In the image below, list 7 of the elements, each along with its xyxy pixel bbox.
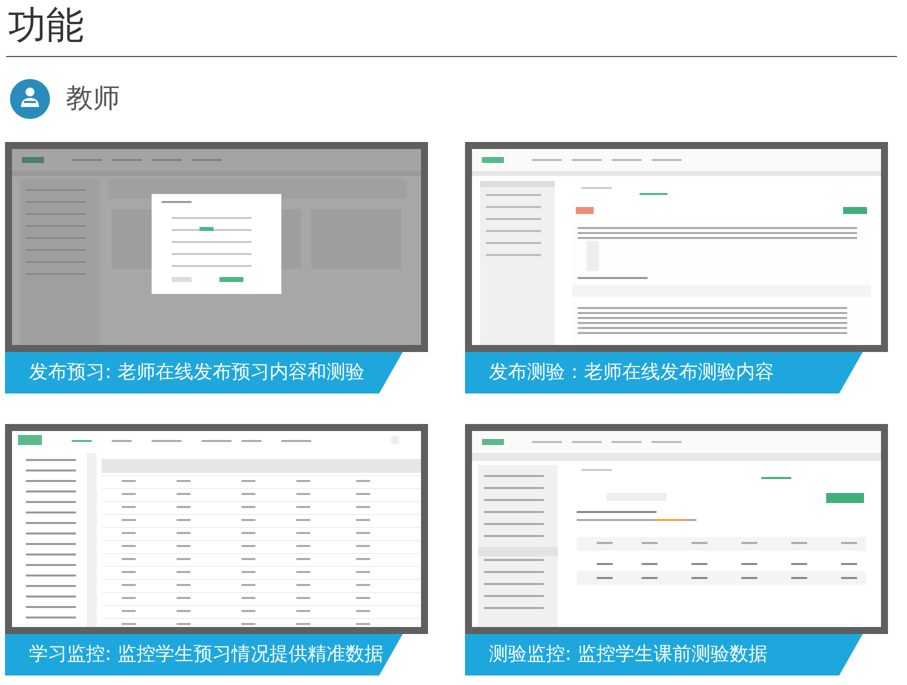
feature-caption: 发布测验：老师在线发布测验内容 xyxy=(465,352,863,394)
teacher-icon xyxy=(10,79,50,120)
feature-caption: 发布预习: 老师在线发布预习内容和测验 xyxy=(5,352,403,394)
feature-caption: 测验监控: 监控学生课前测验数据 xyxy=(465,634,863,676)
feature-caption: 学习监控: 监控学生预习情况提供精准数据 xyxy=(5,634,403,676)
section-title: 教师 xyxy=(66,82,120,116)
page-title: 功能 xyxy=(7,2,85,44)
